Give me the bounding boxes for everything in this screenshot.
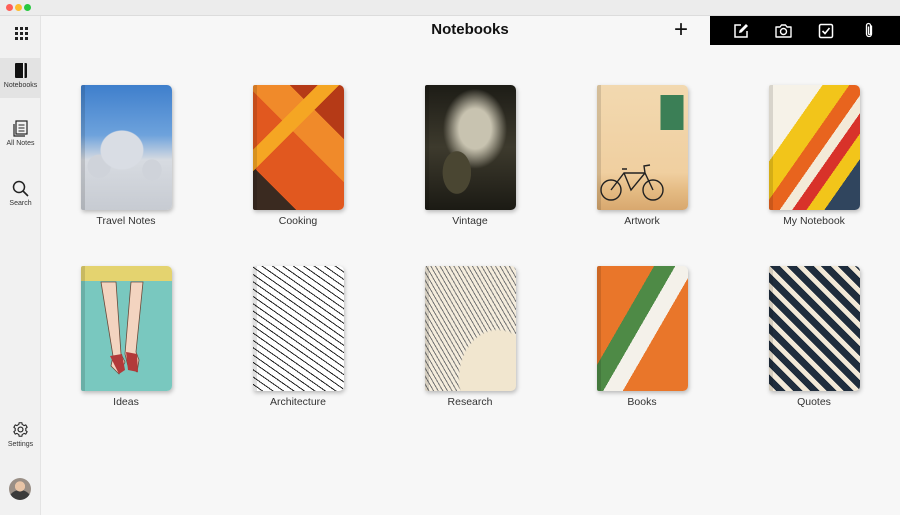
- sidebar-item-search[interactable]: Search: [0, 180, 41, 218]
- notebook-cover-image: [768, 266, 860, 391]
- add-notebook-button[interactable]: +: [671, 18, 691, 42]
- notebook-title: Travel Notes: [96, 215, 156, 227]
- notebook-card[interactable]: Architecture: [238, 266, 358, 408]
- notebook-cover-image: [252, 85, 344, 210]
- gear-icon: [13, 422, 28, 437]
- app-grid-button[interactable]: [10, 22, 32, 44]
- sidebar-item-label: Notebooks: [3, 82, 38, 89]
- notebook-card[interactable]: Ideas: [66, 266, 186, 408]
- notebook-card[interactable]: Cooking: [238, 85, 358, 227]
- notes-icon: [12, 120, 28, 137]
- window-zoom-button[interactable]: [24, 4, 31, 11]
- checklist-icon: [819, 23, 834, 38]
- window-close-button[interactable]: [6, 4, 13, 11]
- notebook-title: Research: [447, 396, 493, 408]
- notebook-card[interactable]: Books: [582, 266, 702, 408]
- window-titlebar: [0, 0, 900, 16]
- edit-note-icon: [734, 23, 749, 38]
- notebook-cover-image: [768, 85, 860, 210]
- notebook-title: Books: [627, 396, 657, 408]
- attachment-button[interactable]: [858, 20, 880, 42]
- sidebar-item-label: All Notes: [6, 140, 35, 147]
- sidebar: Notebooks All Notes Search Settings: [0, 16, 41, 515]
- notebook-cover-image: [424, 266, 516, 391]
- notebook-title: Artwork: [624, 215, 660, 227]
- notebook-card[interactable]: Artwork: [582, 85, 702, 227]
- notebook-title: Vintage: [452, 215, 488, 227]
- new-note-button[interactable]: [730, 20, 752, 42]
- notebook-card[interactable]: My Notebook: [754, 85, 874, 227]
- notebook-cover-image: [80, 85, 172, 210]
- notebook-card[interactable]: Vintage: [410, 85, 530, 227]
- sidebar-item-label: Search: [9, 200, 32, 207]
- sidebar-item-label: Settings: [7, 441, 34, 448]
- window-minimize-button[interactable]: [15, 4, 22, 11]
- notebook-cover-image: [596, 266, 688, 391]
- camera-button[interactable]: [773, 20, 795, 42]
- checklist-button[interactable]: [815, 20, 837, 42]
- header: Notebooks +: [41, 16, 900, 45]
- avatar[interactable]: [9, 478, 31, 500]
- bicycle-illustration: [599, 164, 664, 201]
- sidebar-item-all-notes[interactable]: All Notes: [0, 120, 41, 158]
- notebook-title: Architecture: [269, 396, 327, 408]
- notebook-card[interactable]: Quotes: [754, 266, 874, 408]
- toolbar: [710, 16, 900, 45]
- notebook-title: Quotes: [797, 396, 831, 408]
- sidebar-item-settings[interactable]: Settings: [0, 421, 41, 459]
- camera-icon: [775, 24, 792, 38]
- grid-icon: [14, 26, 28, 40]
- notebook-card[interactable]: Research: [410, 266, 530, 408]
- notebook-cover-image: [596, 85, 688, 210]
- notebook-title: My Notebook: [783, 215, 845, 227]
- notebook-cover-image: [252, 266, 344, 391]
- notebook-title: Cooking: [278, 215, 318, 227]
- attachment-icon: [865, 22, 872, 38]
- notebook-card[interactable]: Travel Notes: [66, 85, 186, 227]
- sidebar-item-notebooks[interactable]: Notebooks: [0, 58, 41, 98]
- notebook-icon: [14, 63, 27, 78]
- search-icon: [12, 180, 29, 197]
- notebook-cover-image: [80, 266, 172, 391]
- ballet-legs-illustration: [100, 281, 143, 375]
- notebook-cover-image: [424, 85, 516, 210]
- notebook-title: Ideas: [113, 396, 139, 408]
